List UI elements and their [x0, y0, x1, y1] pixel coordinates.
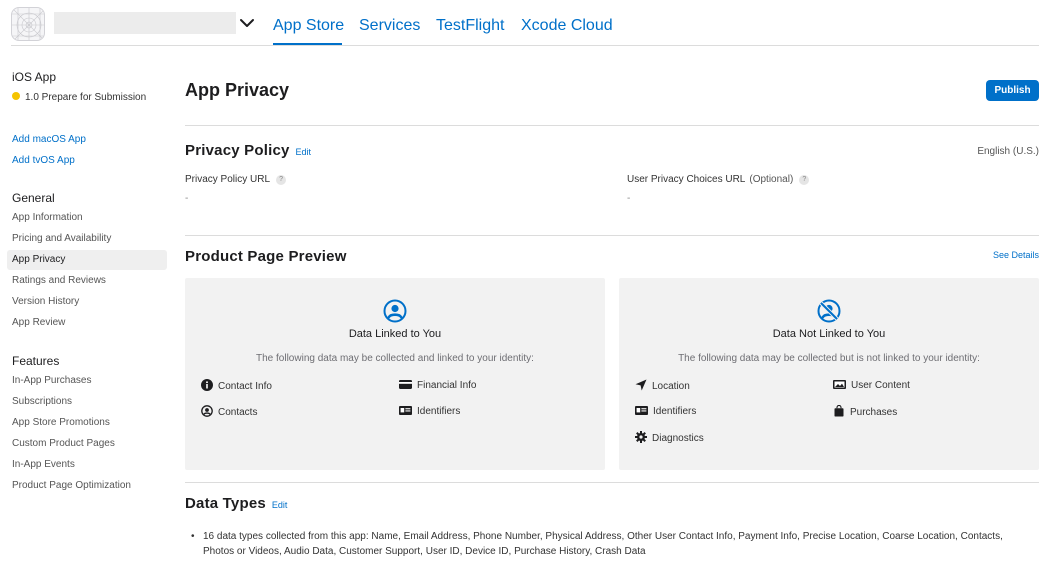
- top-navigation: App Store Services TestFlight Xcode Clou…: [0, 0, 1052, 46]
- category-contact-info: Contact Info: [201, 379, 272, 394]
- photo-icon: [833, 380, 846, 389]
- credit-card-icon: [399, 380, 412, 389]
- tab-app-store[interactable]: App Store: [273, 17, 344, 35]
- id-card-icon: [399, 406, 412, 415]
- privacy-policy-heading: Privacy Policy Edit: [185, 142, 311, 161]
- main-content: App Privacy Publish Privacy Policy Edit E…: [185, 46, 1039, 562]
- section-divider: [185, 125, 1039, 126]
- publish-button[interactable]: Publish: [986, 80, 1039, 101]
- optional-label: (Optional): [749, 174, 794, 185]
- category-label: Financial Info: [417, 380, 477, 391]
- category-purchases: Purchases: [833, 404, 898, 420]
- data-not-linked-title: Data Not Linked to You: [772, 328, 886, 340]
- data-linked-description: The following data may be collected and …: [256, 353, 534, 364]
- sidebar: iOS App 1.0 Prepare for Submission Add m…: [0, 46, 172, 562]
- user-privacy-choices-url-label-text: User Privacy Choices URL: [627, 174, 746, 185]
- app-icon: [11, 7, 45, 41]
- page-title: App Privacy: [185, 80, 290, 100]
- add-macos-app-link[interactable]: Add macOS App: [12, 134, 86, 146]
- data-types-edit-link[interactable]: Edit: [272, 500, 288, 510]
- section-divider: [185, 482, 1039, 483]
- sidebar-item-ratings-and-reviews[interactable]: Ratings and Reviews: [7, 271, 167, 291]
- category-location: Location: [635, 379, 690, 394]
- sidebar-item-app-privacy[interactable]: App Privacy: [7, 250, 167, 270]
- gear-icon: [635, 431, 647, 443]
- category-label: User Content: [851, 380, 910, 391]
- data-types-summary: 16 data types collected from this app: N…: [191, 529, 1031, 559]
- status-dot-icon: [12, 92, 20, 100]
- category-label: Contact Info: [218, 381, 272, 392]
- sidebar-item-app-review[interactable]: App Review: [7, 313, 167, 333]
- language-label: English (U.S.): [977, 146, 1039, 157]
- privacy-policy-url-label: Privacy Policy URL?: [185, 174, 287, 186]
- privacy-policy-url-label-text: Privacy Policy URL: [185, 174, 271, 185]
- app-name-placeholder: [54, 12, 236, 34]
- section-divider: [185, 235, 1039, 236]
- data-not-linked-description: The following data may be collected but …: [678, 353, 980, 364]
- category-identifiers: Identifiers: [635, 405, 696, 419]
- version-status-label: 1.0 Prepare for Submission: [25, 92, 147, 103]
- tab-xcode-cloud[interactable]: Xcode Cloud: [521, 17, 613, 35]
- sidebar-item-app-store-promotions[interactable]: App Store Promotions: [7, 413, 167, 433]
- person-slash-icon: [619, 298, 1039, 324]
- shopping-bag-icon: [834, 404, 844, 417]
- category-user-content: User Content: [833, 379, 910, 393]
- sidebar-item-subscriptions[interactable]: Subscriptions: [7, 392, 167, 412]
- user-privacy-choices-url-label: User Privacy Choices URL (Optional)?: [627, 174, 810, 186]
- category-label: Purchases: [850, 407, 898, 418]
- info-icon: [201, 379, 213, 391]
- app-switcher-chevron-down-icon[interactable]: [238, 14, 256, 32]
- category-contacts: Contacts: [201, 405, 257, 420]
- sidebar-version-status[interactable]: 1.0 Prepare for Submission: [12, 92, 146, 104]
- person-circle-icon: [201, 405, 213, 417]
- privacy-policy-edit-link[interactable]: Edit: [296, 147, 312, 157]
- sidebar-item-app-information[interactable]: App Information: [7, 208, 167, 228]
- sidebar-item-version-history[interactable]: Version History: [7, 292, 167, 312]
- sidebar-item-in-app-purchases[interactable]: In-App Purchases: [7, 371, 167, 391]
- sidebar-item-in-app-events[interactable]: In-App Events: [7, 455, 167, 475]
- data-linked-card: Data Linked to You The following data ma…: [185, 278, 605, 470]
- privacy-policy-title: Privacy Policy: [185, 142, 290, 159]
- sidebar-item-pricing-and-availability[interactable]: Pricing and Availability: [7, 229, 167, 249]
- category-diagnostics: Diagnostics: [635, 431, 704, 446]
- sidebar-item-custom-product-pages[interactable]: Custom Product Pages: [7, 434, 167, 454]
- help-icon[interactable]: ?: [799, 175, 810, 185]
- help-icon[interactable]: ?: [276, 175, 287, 185]
- category-identifiers: Identifiers: [399, 405, 460, 419]
- category-financial-info: Financial Info: [399, 379, 476, 393]
- add-tvos-app-link[interactable]: Add tvOS App: [12, 155, 75, 167]
- sidebar-heading-general: General: [12, 191, 55, 205]
- category-label: Identifiers: [417, 406, 461, 417]
- id-card-icon: [635, 406, 648, 415]
- privacy-policy-url-value: -: [185, 193, 189, 204]
- location-arrow-icon: [635, 379, 647, 391]
- category-label: Location: [652, 381, 690, 392]
- category-label: Contacts: [218, 407, 258, 418]
- user-privacy-choices-url-value: -: [627, 193, 631, 204]
- sidebar-heading-features: Features: [12, 354, 60, 368]
- category-label: Identifiers: [653, 406, 697, 417]
- data-types-heading: Data Types Edit: [185, 495, 287, 514]
- product-page-preview-title: Product Page Preview: [185, 248, 347, 265]
- tab-testflight[interactable]: TestFlight: [436, 17, 504, 35]
- tab-services[interactable]: Services: [359, 17, 420, 35]
- data-types-title: Data Types: [185, 495, 266, 512]
- see-details-link[interactable]: See Details: [993, 250, 1039, 261]
- sidebar-app-title: iOS App: [12, 70, 57, 84]
- person-circle-icon: [185, 298, 605, 324]
- data-not-linked-card: Data Not Linked to You The following dat…: [619, 278, 1039, 470]
- category-label: Diagnostics: [652, 433, 704, 444]
- sidebar-item-product-page-optimization[interactable]: Product Page Optimization: [7, 476, 167, 496]
- data-linked-title: Data Linked to You: [348, 328, 442, 340]
